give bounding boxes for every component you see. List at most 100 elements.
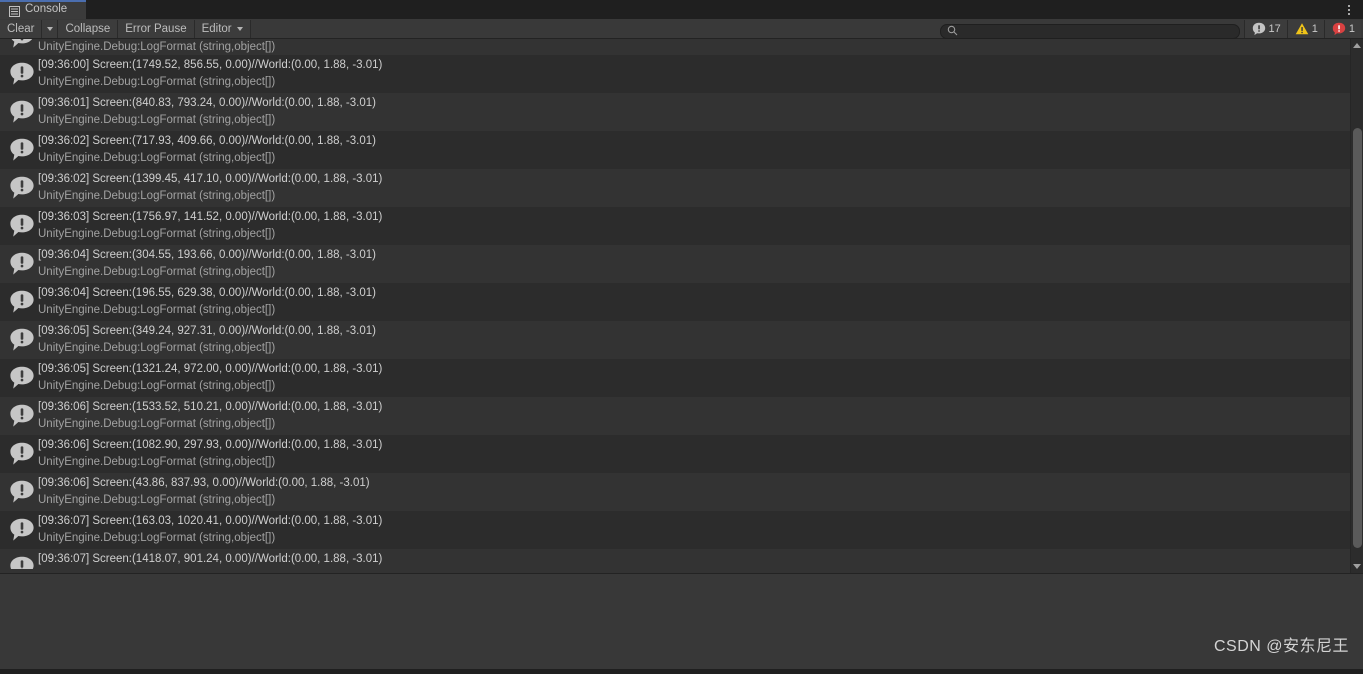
log-entry-trace: UnityEngine.Debug:LogFormat (string,obje… <box>38 76 276 88</box>
editor-dropdown-label: Editor <box>201 22 232 35</box>
collapse-toggle-label: Collapse <box>65 22 111 35</box>
log-detail-pane[interactable]: CSDN @安东尼王 <box>0 574 1363 674</box>
scrollbar-thumb[interactable] <box>1353 128 1362 548</box>
kebab-dot <box>1348 8 1350 11</box>
log-entry-message: [09:36:02] Screen:(717.93, 409.66, 0.00)… <box>38 135 376 147</box>
info-bubble-icon <box>9 442 35 466</box>
scroll-up-button[interactable] <box>1351 39 1363 52</box>
log-entry[interactable]: [09:36:00] Screen:(1749.52, 856.55, 0.00… <box>0 55 1350 93</box>
kebab-menu-icon[interactable] <box>1341 1 1357 18</box>
log-entry[interactable]: [09:36:01] Screen:(840.83, 793.24, 0.00)… <box>0 93 1350 131</box>
log-entry[interactable]: [09:36:02] Screen:(717.93, 409.66, 0.00)… <box>0 131 1350 169</box>
info-bubble-icon <box>9 404 35 428</box>
kebab-dot <box>1348 4 1350 7</box>
chevron-down-icon <box>236 26 243 31</box>
list-lines-icon <box>9 4 20 17</box>
warning-counter-value: 1 <box>1311 22 1318 35</box>
log-entry-message: [09:36:01] Screen:(840.83, 793.24, 0.00)… <box>38 97 376 109</box>
clear-button-label: Clear <box>7 22 35 35</box>
log-entry-trace: UnityEngine.Debug:LogFormat (string,obje… <box>38 418 276 430</box>
log-entry[interactable]: [09:36:07] Screen:(163.03, 1020.41, 0.00… <box>0 511 1350 549</box>
tab-console[interactable]: Console <box>0 0 86 19</box>
log-entry-message: [09:36:06] Screen:(43.86, 837.93, 0.00)/… <box>38 477 370 489</box>
info-bubble-icon <box>9 366 35 390</box>
info-bubble-icon <box>9 480 35 504</box>
tab-console-label: Console <box>25 3 68 15</box>
log-entry-message: [09:36:04] Screen:(304.55, 193.66, 0.00)… <box>38 249 376 261</box>
chevron-down-icon <box>46 26 53 31</box>
status-bar <box>0 669 1363 674</box>
info-bubble-icon <box>9 252 35 276</box>
error-pause-toggle-label: Error Pause <box>125 22 187 35</box>
error-counter[interactable]: 1 <box>1323 19 1361 38</box>
log-entry-trace: UnityEngine.Debug:LogFormat (string,obje… <box>38 114 276 126</box>
info-bubble-icon <box>9 176 35 200</box>
warning-triangle-icon <box>1295 22 1309 36</box>
info-counter[interactable]: 17 <box>1243 19 1287 38</box>
log-entry[interactable]: [09:36:07] Screen:(1418.07, 901.24, 0.00… <box>0 549 1350 569</box>
log-list-viewport: UnityEngine.Debug:LogFormat (string,obje… <box>0 39 1350 573</box>
log-entry-message: [09:36:06] Screen:(1082.90, 297.93, 0.00… <box>38 439 383 451</box>
log-entry[interactable]: [09:36:03] Screen:(1756.97, 141.52, 0.00… <box>0 207 1350 245</box>
error-circle-icon <box>1332 22 1346 36</box>
watermark: CSDN @安东尼王 <box>1213 638 1349 655</box>
scroll-down-button[interactable] <box>1351 560 1363 573</box>
tab-strip: Console <box>0 0 1363 19</box>
info-bubble-icon <box>9 328 35 352</box>
log-entry-message: [09:36:03] Screen:(1756.97, 141.52, 0.00… <box>38 211 383 223</box>
log-list-scrollbar[interactable] <box>1350 39 1363 573</box>
triangle-up-icon <box>1353 43 1361 48</box>
log-entry-message: [09:36:07] Screen:(163.03, 1020.41, 0.00… <box>38 515 383 527</box>
log-entry-message: [09:36:02] Screen:(1399.45, 417.10, 0.00… <box>38 173 383 185</box>
log-entry[interactable]: [09:36:04] Screen:(304.55, 193.66, 0.00)… <box>0 245 1350 283</box>
log-entry-trace: UnityEngine.Debug:LogFormat (string,obje… <box>38 304 276 316</box>
log-entry[interactable]: [09:36:06] Screen:(43.86, 837.93, 0.00)/… <box>0 473 1350 511</box>
error-counter-value: 1 <box>1348 22 1355 35</box>
log-entry-message: [09:36:05] Screen:(349.24, 927.31, 0.00)… <box>38 325 376 337</box>
log-entry-trace: UnityEngine.Debug:LogFormat (string,obje… <box>38 152 276 164</box>
clear-button[interactable]: Clear <box>0 19 43 38</box>
info-bubble-icon <box>9 39 35 49</box>
info-counter-value: 17 <box>1268 22 1281 35</box>
search-input[interactable] <box>939 23 1240 39</box>
info-bubble-icon <box>1252 22 1266 36</box>
log-entry[interactable]: [09:36:05] Screen:(349.24, 927.31, 0.00)… <box>0 321 1350 359</box>
info-bubble-icon <box>9 290 35 314</box>
log-entry-trace: UnityEngine.Debug:LogFormat (string,obje… <box>38 41 276 53</box>
search-field[interactable] <box>939 21 1240 39</box>
info-bubble-icon <box>9 62 35 86</box>
log-entry-trace: UnityEngine.Debug:LogFormat (string,obje… <box>38 532 276 544</box>
log-entry-trace: UnityEngine.Debug:LogFormat (string,obje… <box>38 380 276 392</box>
toolbar-spacer <box>250 19 940 38</box>
log-entry-message: [09:36:04] Screen:(196.55, 629.38, 0.00)… <box>38 287 376 299</box>
log-entry-message: [09:36:07] Screen:(1418.07, 901.24, 0.00… <box>38 553 383 565</box>
editor-dropdown[interactable]: Editor <box>194 19 251 38</box>
info-bubble-icon <box>9 100 35 124</box>
log-entry-trace: UnityEngine.Debug:LogFormat (string,obje… <box>38 342 276 354</box>
info-bubble-icon <box>9 138 35 162</box>
info-bubble-icon <box>9 556 35 569</box>
log-entry-trace: UnityEngine.Debug:LogFormat (string,obje… <box>38 494 276 506</box>
log-entry-message: [09:36:00] Screen:(1749.52, 856.55, 0.00… <box>38 59 383 71</box>
log-entry[interactable]: [09:36:05] Screen:(1321.24, 972.00, 0.00… <box>0 359 1350 397</box>
clear-dropdown-button[interactable] <box>42 19 59 38</box>
log-entry-message: [09:36:05] Screen:(1321.24, 972.00, 0.00… <box>38 363 383 375</box>
log-entry-message: [09:36:06] Screen:(1533.52, 510.21, 0.00… <box>38 401 383 413</box>
info-bubble-icon <box>9 518 35 542</box>
log-list[interactable]: UnityEngine.Debug:LogFormat (string,obje… <box>0 39 1363 573</box>
detail-scrollbar[interactable] <box>1350 574 1363 674</box>
console-window: Console Clear Collapse Error Pause Edito… <box>0 0 1363 674</box>
log-entry-trace: UnityEngine.Debug:LogFormat (string,obje… <box>38 456 276 468</box>
log-entry[interactable]: UnityEngine.Debug:LogFormat (string,obje… <box>0 39 1350 55</box>
log-entry[interactable]: [09:36:06] Screen:(1533.52, 510.21, 0.00… <box>0 397 1350 435</box>
log-entry[interactable]: [09:36:02] Screen:(1399.45, 417.10, 0.00… <box>0 169 1350 207</box>
error-pause-toggle[interactable]: Error Pause <box>118 19 195 38</box>
log-entry[interactable]: [09:36:06] Screen:(1082.90, 297.93, 0.00… <box>0 435 1350 473</box>
collapse-toggle[interactable]: Collapse <box>58 19 119 38</box>
log-entry-trace: UnityEngine.Debug:LogFormat (string,obje… <box>38 266 276 278</box>
warning-counter[interactable]: 1 <box>1286 19 1324 38</box>
info-bubble-icon <box>9 214 35 238</box>
log-entry[interactable]: [09:36:04] Screen:(196.55, 629.38, 0.00)… <box>0 283 1350 321</box>
log-entry-trace: UnityEngine.Debug:LogFormat (string,obje… <box>38 228 276 240</box>
log-entry-trace: UnityEngine.Debug:LogFormat (string,obje… <box>38 190 276 202</box>
